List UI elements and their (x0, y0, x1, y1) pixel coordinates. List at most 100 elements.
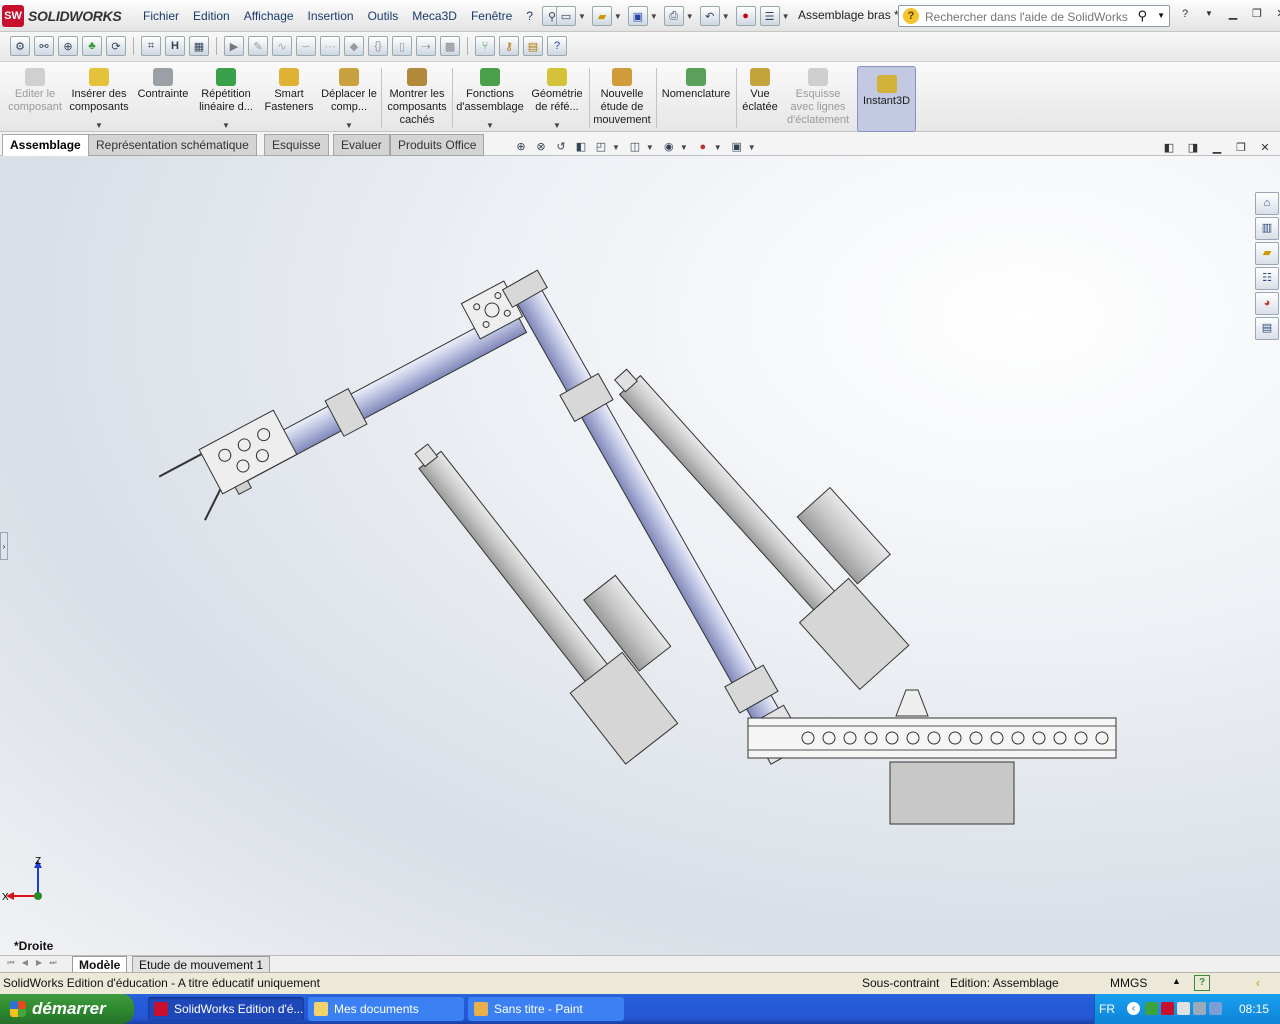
pencil-icon[interactable]: ✎ (248, 36, 268, 56)
print-icon[interactable]: ⎙ (663, 6, 684, 26)
help-icon[interactable]: ? (1176, 6, 1194, 22)
tray-usb-icon[interactable] (1177, 1002, 1190, 1015)
menu-edition[interactable]: Edition (186, 9, 237, 23)
quick-tips-icon[interactable]: ? (1194, 975, 1210, 991)
chevron-down-icon[interactable]: ▼ (614, 12, 622, 21)
appearances-icon[interactable]: ◕ (1255, 292, 1279, 315)
search-icon[interactable]: ⚲ (1137, 8, 1147, 24)
chevron-down-icon[interactable]: ▼ (686, 12, 694, 21)
edit-component-button[interactable]: Editer le composant (4, 66, 66, 130)
meca3d-force-icon[interactable]: ♣ (82, 36, 102, 56)
chevron-down-icon[interactable]: ▼ (320, 119, 378, 132)
view-palette-icon[interactable]: ☷ (1255, 267, 1279, 290)
undo-icon[interactable]: ↶ (699, 6, 720, 26)
menu-meca3d[interactable]: Meca3D (405, 9, 464, 23)
display-style-icon[interactable]: ◫ (626, 139, 644, 155)
shape-icon[interactable]: ◆ (344, 36, 364, 56)
last-tab-icon[interactable]: ⏭ (48, 958, 58, 970)
menu-outils[interactable]: Outils (361, 9, 406, 23)
instant3d-button[interactable]: Instant3D (857, 66, 916, 132)
chevron-down-icon[interactable]: ▼ (1200, 6, 1218, 22)
chevron-down-icon[interactable]: ▼ (527, 119, 587, 132)
chevron-down-icon[interactable]: ▼ (748, 143, 756, 152)
appearance-icon[interactable]: ● (694, 139, 712, 155)
zoom-to-fit-icon[interactable]: ⊕ (512, 139, 530, 155)
meca3d-select-icon[interactable]: ⌗ (141, 36, 161, 56)
assembly-model[interactable] (0, 156, 1280, 956)
meca3d-joint-icon[interactable]: ⊕ (58, 36, 78, 56)
menu-affichage[interactable]: Affichage (237, 9, 301, 23)
custom-properties-icon[interactable]: ▤ (1255, 317, 1279, 340)
design-library-icon[interactable]: ▥ (1255, 217, 1279, 240)
show-hidden-components-button[interactable]: Montrer les composants cachés (384, 66, 450, 130)
explode-line-sketch-button[interactable]: Esquisse avec lignes d'éclatement (784, 66, 852, 130)
meca3d-refresh-icon[interactable]: ⟳ (106, 36, 126, 56)
taskbar-solidworks[interactable]: SolidWorks Edition d'é... (148, 997, 304, 1021)
move-component-button[interactable]: Déplacer le comp... ▼ (320, 66, 378, 130)
close-icon[interactable]: ✕ (1272, 6, 1280, 22)
meca3d-gear-icon[interactable]: ⚙ (10, 36, 30, 56)
chevron-down-icon[interactable]: ▼ (714, 143, 722, 152)
options-icon[interactable]: ☰ (759, 6, 780, 26)
left-linear-actuator[interactable] (395, 403, 710, 765)
dotted-curve-icon[interactable]: ⋯ (320, 36, 340, 56)
tile-left-icon[interactable]: ◧ (1160, 140, 1178, 156)
help-search-input[interactable] (923, 8, 1137, 26)
restore-icon[interactable]: ❐ (1232, 140, 1250, 156)
mate-button[interactable]: Contrainte (134, 66, 192, 130)
exploded-view-button[interactable]: Vue éclatée (738, 66, 782, 130)
chevron-down-icon[interactable]: ▼ (194, 119, 258, 132)
close-icon[interactable]: ✕ (1256, 140, 1274, 156)
minimize-icon[interactable]: ▁ (1224, 6, 1242, 22)
play-icon[interactable]: ▶ (224, 36, 244, 56)
tab-produits-office[interactable]: Produits Office (390, 134, 485, 156)
hide-show-items-icon[interactable]: ◉ (660, 139, 678, 155)
tab-evaluer[interactable]: Evaluer (333, 134, 390, 156)
smart-fasteners-button[interactable]: Smart Fasteners (260, 66, 318, 130)
curve-icon[interactable]: ∿ (272, 36, 292, 56)
menu-fichier[interactable]: Fichier (136, 9, 186, 23)
curve-alt-icon[interactable]: ∽ (296, 36, 316, 56)
show-hidden-icons-icon[interactable]: ‹ (1127, 1002, 1140, 1015)
chevron-down-icon[interactable]: ▼ (782, 12, 790, 21)
new-motion-study-button[interactable]: Nouvelle étude de mouvement (591, 66, 653, 130)
base-rail[interactable] (747, 717, 1117, 759)
menu-help[interactable]: ? (519, 9, 540, 23)
language-indicator[interactable]: FR (1099, 1002, 1115, 1016)
rebuild-icon[interactable]: ● (735, 6, 756, 26)
status-units[interactable]: MMGS (1110, 976, 1147, 990)
help-search-box[interactable]: ? ⚲ ▼ (898, 5, 1170, 27)
feature-manager-expand-handle[interactable]: › (0, 532, 8, 560)
stamp-icon[interactable]: ▩ (440, 36, 460, 56)
tray-network-icon[interactable] (1145, 1002, 1158, 1015)
minimize-icon[interactable]: ▁ (1208, 140, 1226, 156)
taskbar-paint[interactable]: Sans titre - Paint (468, 997, 624, 1021)
insert-components-button[interactable]: Insérer des composants ▼ (66, 66, 132, 130)
bom-button[interactable]: Nomenclature (658, 66, 734, 130)
meca3d-h-icon[interactable]: H (165, 36, 185, 56)
chevron-down-icon[interactable]: ▼ (646, 143, 654, 152)
chevron-down-icon[interactable]: ▼ (1157, 11, 1165, 20)
menu-insertion[interactable]: Insertion (301, 9, 361, 23)
first-tab-icon[interactable]: ⏮ (6, 958, 16, 970)
menu-fenetre[interactable]: Fenêtre (464, 9, 519, 23)
monitor-icon[interactable]: ▤ (523, 36, 543, 56)
previous-view-icon[interactable]: ↺ (552, 139, 570, 155)
tab-representation-schematique[interactable]: Représentation schématique (88, 134, 257, 156)
reference-geometry-button[interactable]: Géométrie de réfé... ▼ (527, 66, 587, 130)
tray-solidworks-icon[interactable] (1161, 1002, 1174, 1015)
chevron-left-icon[interactable]: ‹ (1256, 976, 1260, 990)
chevron-down-icon[interactable]: ▼ (612, 143, 620, 152)
chevron-down-icon[interactable]: ▼ (650, 12, 658, 21)
scene-icon[interactable]: ▣ (728, 139, 746, 155)
prev-tab-icon[interactable]: ◀ (20, 958, 30, 970)
view-orientation-icon[interactable]: ◰ (592, 139, 610, 155)
file-explorer-icon[interactable]: ▰ (1255, 242, 1279, 265)
tab-assemblage[interactable]: Assemblage (2, 134, 89, 156)
tray-display-icon[interactable] (1193, 1002, 1206, 1015)
chevron-down-icon[interactable]: ▼ (680, 143, 688, 152)
tray-monitor-icon[interactable] (1209, 1002, 1222, 1015)
meca3d-link-icon[interactable]: ⚯ (34, 36, 54, 56)
assembly-features-button[interactable]: Fonctions d'assemblage ▼ (455, 66, 525, 130)
new-document-icon[interactable]: ▭ (556, 6, 576, 26)
